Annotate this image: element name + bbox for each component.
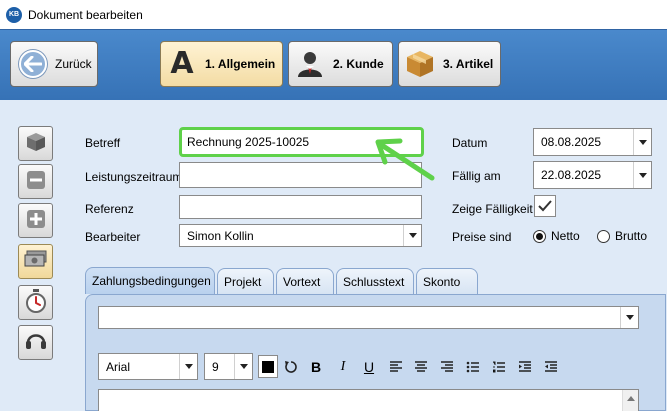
sidebar-remove-button[interactable] [18,164,53,199]
window-title: Dokument bearbeiten [28,7,143,22]
brutto-label: Brutto [615,229,648,243]
back-label: Zurück [55,57,92,71]
text-editor[interactable] [98,389,639,411]
numbered-list-icon[interactable] [489,357,509,377]
editor-scrollbar[interactable] [622,390,638,411]
tab-zahlungsbedingungen[interactable]: Zahlungsbedingungen [85,267,215,294]
zahlungsbedingungen-dropdown[interactable] [98,306,639,329]
chevron-down-icon [633,129,651,155]
tab-skonto[interactable]: Skonto [416,268,478,294]
zeige-faelligkeit-checkbox[interactable] [534,195,556,217]
font-size-value: 9 [212,359,219,374]
betreff-label: Betreff [85,136,121,150]
font-size-select[interactable]: 9 [204,353,253,380]
datum-label: Datum [452,136,488,150]
leistungszeitraum-label: Leistungszeitraum [85,170,183,184]
tab-artikel-label: 3. Artikel [443,57,494,71]
betreff-value: Rechnung 2025-10025 [187,135,310,149]
faellig-picker[interactable]: 22.08.2025 [533,161,652,189]
referenz-label: Referenz [85,202,134,216]
app-logo: KB [6,6,22,23]
indent-icon[interactable] [515,357,535,377]
align-center-icon[interactable] [411,357,431,377]
tab-projekt[interactable]: Projekt [217,268,274,294]
bold-button[interactable]: B [306,357,326,377]
plus-icon [25,208,47,233]
person-icon [293,50,327,78]
tab-schlusstext[interactable]: Schlusstext [336,268,414,294]
sidebar-support-button[interactable] [18,325,53,360]
tab-allgemein-label: 1. Allgemein [205,57,276,71]
bearbeiter-label: Bearbeiter [85,230,141,244]
cash-icon [24,250,48,273]
chevron-down-icon [633,162,651,188]
zeige-faelligkeit-label: Zeige Fälligkeit [452,202,533,216]
brutto-radio[interactable] [597,230,610,243]
align-left-icon[interactable] [386,357,406,377]
sidebar-cash-button[interactable] [18,244,53,279]
referenz-input[interactable] [179,195,422,219]
tab-vortext[interactable]: Vortext [276,268,334,294]
chevron-down-icon [403,225,421,246]
sidebar-box-button[interactable] [18,126,53,161]
chevron-down-icon [234,354,252,379]
check-icon [538,200,552,212]
datum-picker[interactable]: 08.08.2025 [533,128,652,156]
scroll-up-icon [626,396,635,401]
sidebar-add-button[interactable] [18,203,53,238]
undo-icon[interactable] [281,357,301,377]
arrow-left-icon [19,50,47,78]
sidebar-timer-button[interactable] [18,285,53,320]
green-arrow-icon [375,138,435,181]
tab-artikel[interactable]: 3. Artikel [398,41,501,87]
faellig-label: Fällig am [452,169,501,183]
bearbeiter-dropdown[interactable]: Simon Kollin [179,224,422,247]
outdent-icon[interactable] [541,357,561,377]
align-right-icon[interactable] [437,357,457,377]
tab-allgemein[interactable]: A 1. Allgemein [160,41,283,87]
back-button[interactable]: Zurück [10,41,98,87]
text-color-button[interactable] [258,355,278,378]
font-family-select[interactable]: Arial [98,353,198,380]
box-icon [25,131,47,156]
netto-label: Netto [551,229,580,243]
tab-kunde-label: 2. Kunde [333,57,384,71]
color-swatch [262,360,274,373]
faellig-value: 22.08.2025 [541,168,602,182]
bullet-list-icon[interactable] [463,357,483,377]
netto-radio[interactable] [533,230,546,243]
headset-icon [25,330,47,355]
title-bar: KB Dokument bearbeiten [0,0,667,29]
bearbeiter-value: Simon Kollin [187,228,254,243]
letter-a-icon: A [170,46,194,81]
minus-icon [25,169,47,194]
chevron-down-icon [179,354,197,379]
datum-value: 08.08.2025 [541,135,602,149]
main-toolbar: Zurück A 1. Allgemein 2. Kunde 3. Artike… [0,29,667,100]
tab-kunde[interactable]: 2. Kunde [288,41,393,87]
underline-button[interactable]: U [359,357,379,377]
preise-label: Preise sind [452,230,512,244]
font-family-value: Arial [106,359,131,374]
box-icon [403,49,437,79]
stopwatch-icon [25,289,47,316]
italic-button[interactable]: I [333,357,353,377]
chevron-down-icon [620,307,638,328]
content-area: Betreff Rechnung 2025-10025 Leistungszei… [0,100,667,411]
